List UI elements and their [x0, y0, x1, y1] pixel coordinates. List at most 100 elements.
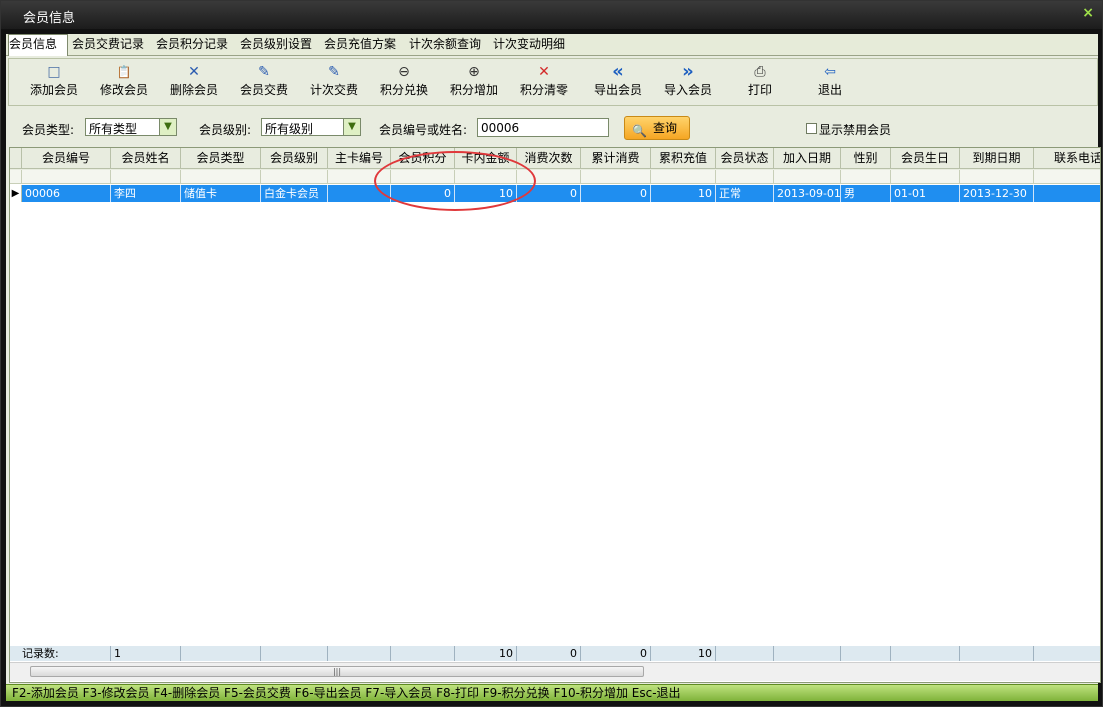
filter-cell[interactable] — [111, 170, 181, 184]
filter-cell[interactable] — [891, 170, 960, 184]
column-header[interactable]: 消费次数 — [517, 148, 581, 169]
filter-cell[interactable] — [517, 170, 581, 184]
exit-door-icon: ⇦ — [824, 64, 836, 80]
column-header[interactable]: 会员生日 — [891, 148, 960, 169]
filter-cell[interactable] — [581, 170, 651, 184]
count-fee-label: 计次交费 — [309, 83, 358, 97]
member-fee-button[interactable]: ✎ 会员交费 — [237, 63, 291, 103]
column-header[interactable]: 会员状态 — [716, 148, 774, 169]
tab-count-details[interactable]: 计次变动明细 — [493, 35, 565, 54]
search-input[interactable] — [477, 118, 609, 137]
column-header[interactable]: 会员类型 — [181, 148, 261, 169]
exit-button[interactable]: ⇦ 退出 — [813, 63, 847, 103]
cell-balance[interactable]: 10 — [455, 185, 517, 202]
cell-status[interactable]: 正常 — [716, 185, 774, 202]
filter-cell[interactable] — [651, 170, 716, 184]
tab-points-records[interactable]: 会员积分记录 — [156, 35, 228, 54]
column-header[interactable]: 累计消费 — [581, 148, 651, 169]
cell-consume-count[interactable]: 0 — [517, 185, 581, 202]
window-title: 会员信息 — [23, 11, 76, 26]
column-filter-row — [10, 170, 1100, 184]
chevron-down-icon[interactable]: ▼ — [343, 119, 360, 135]
points-add-button[interactable]: ⊕ 积分增加 — [447, 63, 501, 103]
print-button[interactable]: ⎙ 打印 — [743, 63, 777, 103]
cell-total-consume[interactable]: 0 — [581, 185, 651, 202]
member-level-value: 所有级别 — [265, 122, 314, 136]
import-member-button[interactable]: » 导入会员 — [661, 63, 715, 103]
import-member-label: 导入会员 — [663, 83, 712, 97]
filter-cell — [10, 170, 22, 184]
horizontal-scrollbar[interactable]: ||| — [10, 662, 1100, 681]
scrollbar-thumb[interactable]: ||| — [30, 666, 644, 677]
sum-total-consume: 0 — [581, 646, 651, 661]
points-redeem-label: 积分兑换 — [379, 83, 428, 97]
column-header[interactable]: 卡内金额 — [455, 148, 517, 169]
member-type-label: 会员类型: — [22, 123, 75, 137]
cell-join-date[interactable]: 2013-09-01 — [774, 185, 841, 202]
cell-member-id[interactable]: 00006 — [22, 185, 111, 202]
chevron-down-icon[interactable]: ▼ — [159, 119, 176, 135]
close-icon[interactable]: × — [1082, 5, 1094, 21]
column-header[interactable]: 联系电话 — [1034, 148, 1100, 169]
cell-member-type[interactable]: 储值卡 — [181, 185, 261, 202]
column-header[interactable]: 会员姓名 — [111, 148, 181, 169]
points-redeem-button[interactable]: ⊖ 积分兑换 — [377, 63, 431, 103]
tab-recharge-plans[interactable]: 会员充值方案 — [324, 35, 396, 54]
column-header[interactable]: 会员级别 — [261, 148, 328, 169]
filter-cell[interactable] — [455, 170, 517, 184]
points-clear-button[interactable]: ✕ 积分清零 — [517, 63, 571, 103]
add-member-button[interactable]: □ 添加会员 — [27, 63, 81, 103]
query-button[interactable]: 🔍 查询 — [624, 116, 690, 140]
cell-main-card[interactable] — [328, 185, 391, 202]
new-doc-icon: □ — [47, 64, 61, 80]
cell-member-level[interactable]: 白金卡会员 — [261, 185, 328, 202]
tab-fee-records[interactable]: 会员交费记录 — [72, 35, 144, 54]
shortcut-hints: F2-添加会员 F3-修改会员 F4-删除会员 F5-会员交费 F6-导出会员 … — [12, 686, 681, 700]
filter-cell[interactable] — [391, 170, 455, 184]
filter-cell[interactable] — [328, 170, 391, 184]
filter-cell[interactable] — [841, 170, 891, 184]
cell-points[interactable]: 0 — [391, 185, 455, 202]
member-info-window: 会员信息 × 会员信息 会员交费记录 会员积分记录 会员级别设置 会员充值方案 … — [0, 0, 1103, 707]
column-header[interactable]: 会员积分 — [391, 148, 455, 169]
member-table: 会员编号 会员姓名 会员类型 会员级别 主卡编号 会员积分 卡内金额 消费次数 … — [9, 147, 1101, 683]
edit-member-button[interactable]: 📋 修改会员 — [97, 63, 151, 103]
delete-member-button[interactable]: ✕ 删除会员 — [167, 63, 221, 103]
filter-cell[interactable] — [22, 170, 111, 184]
column-header[interactable]: 到期日期 — [960, 148, 1034, 169]
cell-phone[interactable] — [1034, 185, 1100, 202]
show-disabled-checkbox[interactable] — [806, 123, 817, 134]
tab-member-info[interactable]: 会员信息 — [8, 34, 68, 56]
double-left-arrow-icon: « — [612, 61, 624, 82]
column-header[interactable]: 加入日期 — [774, 148, 841, 169]
points-add-label: 积分增加 — [449, 83, 498, 97]
tab-level-settings[interactable]: 会员级别设置 — [240, 35, 312, 54]
filter-cell[interactable] — [1034, 170, 1100, 184]
column-header[interactable]: 主卡编号 — [328, 148, 391, 169]
summary-cell — [391, 646, 455, 661]
cell-total-recharge[interactable]: 10 — [651, 185, 716, 202]
cell-expire-date[interactable]: 2013-12-30 — [960, 185, 1034, 202]
filter-cell[interactable] — [261, 170, 328, 184]
filter-cell[interactable] — [716, 170, 774, 184]
print-label: 打印 — [747, 83, 772, 97]
cell-member-name[interactable]: 李四 — [111, 185, 181, 202]
export-member-button[interactable]: « 导出会员 — [591, 63, 645, 103]
column-header[interactable]: 会员编号 — [22, 148, 111, 169]
filter-cell[interactable] — [960, 170, 1034, 184]
summary-cell — [774, 646, 841, 661]
column-header[interactable]: 性别 — [841, 148, 891, 169]
column-header[interactable]: 累积充值 — [651, 148, 716, 169]
member-type-select[interactable]: 所有类型 ▼ — [85, 118, 177, 136]
table-row[interactable]: ▶ 00006 李四 储值卡 白金卡会员 0 10 0 0 10 正常 2013… — [10, 185, 1100, 202]
member-level-select[interactable]: 所有级别 ▼ — [261, 118, 361, 136]
summary-cell — [716, 646, 774, 661]
cell-birthday[interactable]: 01-01 — [891, 185, 960, 202]
filter-cell[interactable] — [774, 170, 841, 184]
title-bar: 会员信息 × — [1, 1, 1102, 29]
cell-gender[interactable]: 男 — [841, 185, 891, 202]
count-fee-button[interactable]: ✎ 计次交费 — [307, 63, 361, 103]
filter-cell[interactable] — [181, 170, 261, 184]
tab-count-balance[interactable]: 计次余额查询 — [409, 35, 481, 54]
record-count-label: 记录数: — [10, 646, 111, 661]
